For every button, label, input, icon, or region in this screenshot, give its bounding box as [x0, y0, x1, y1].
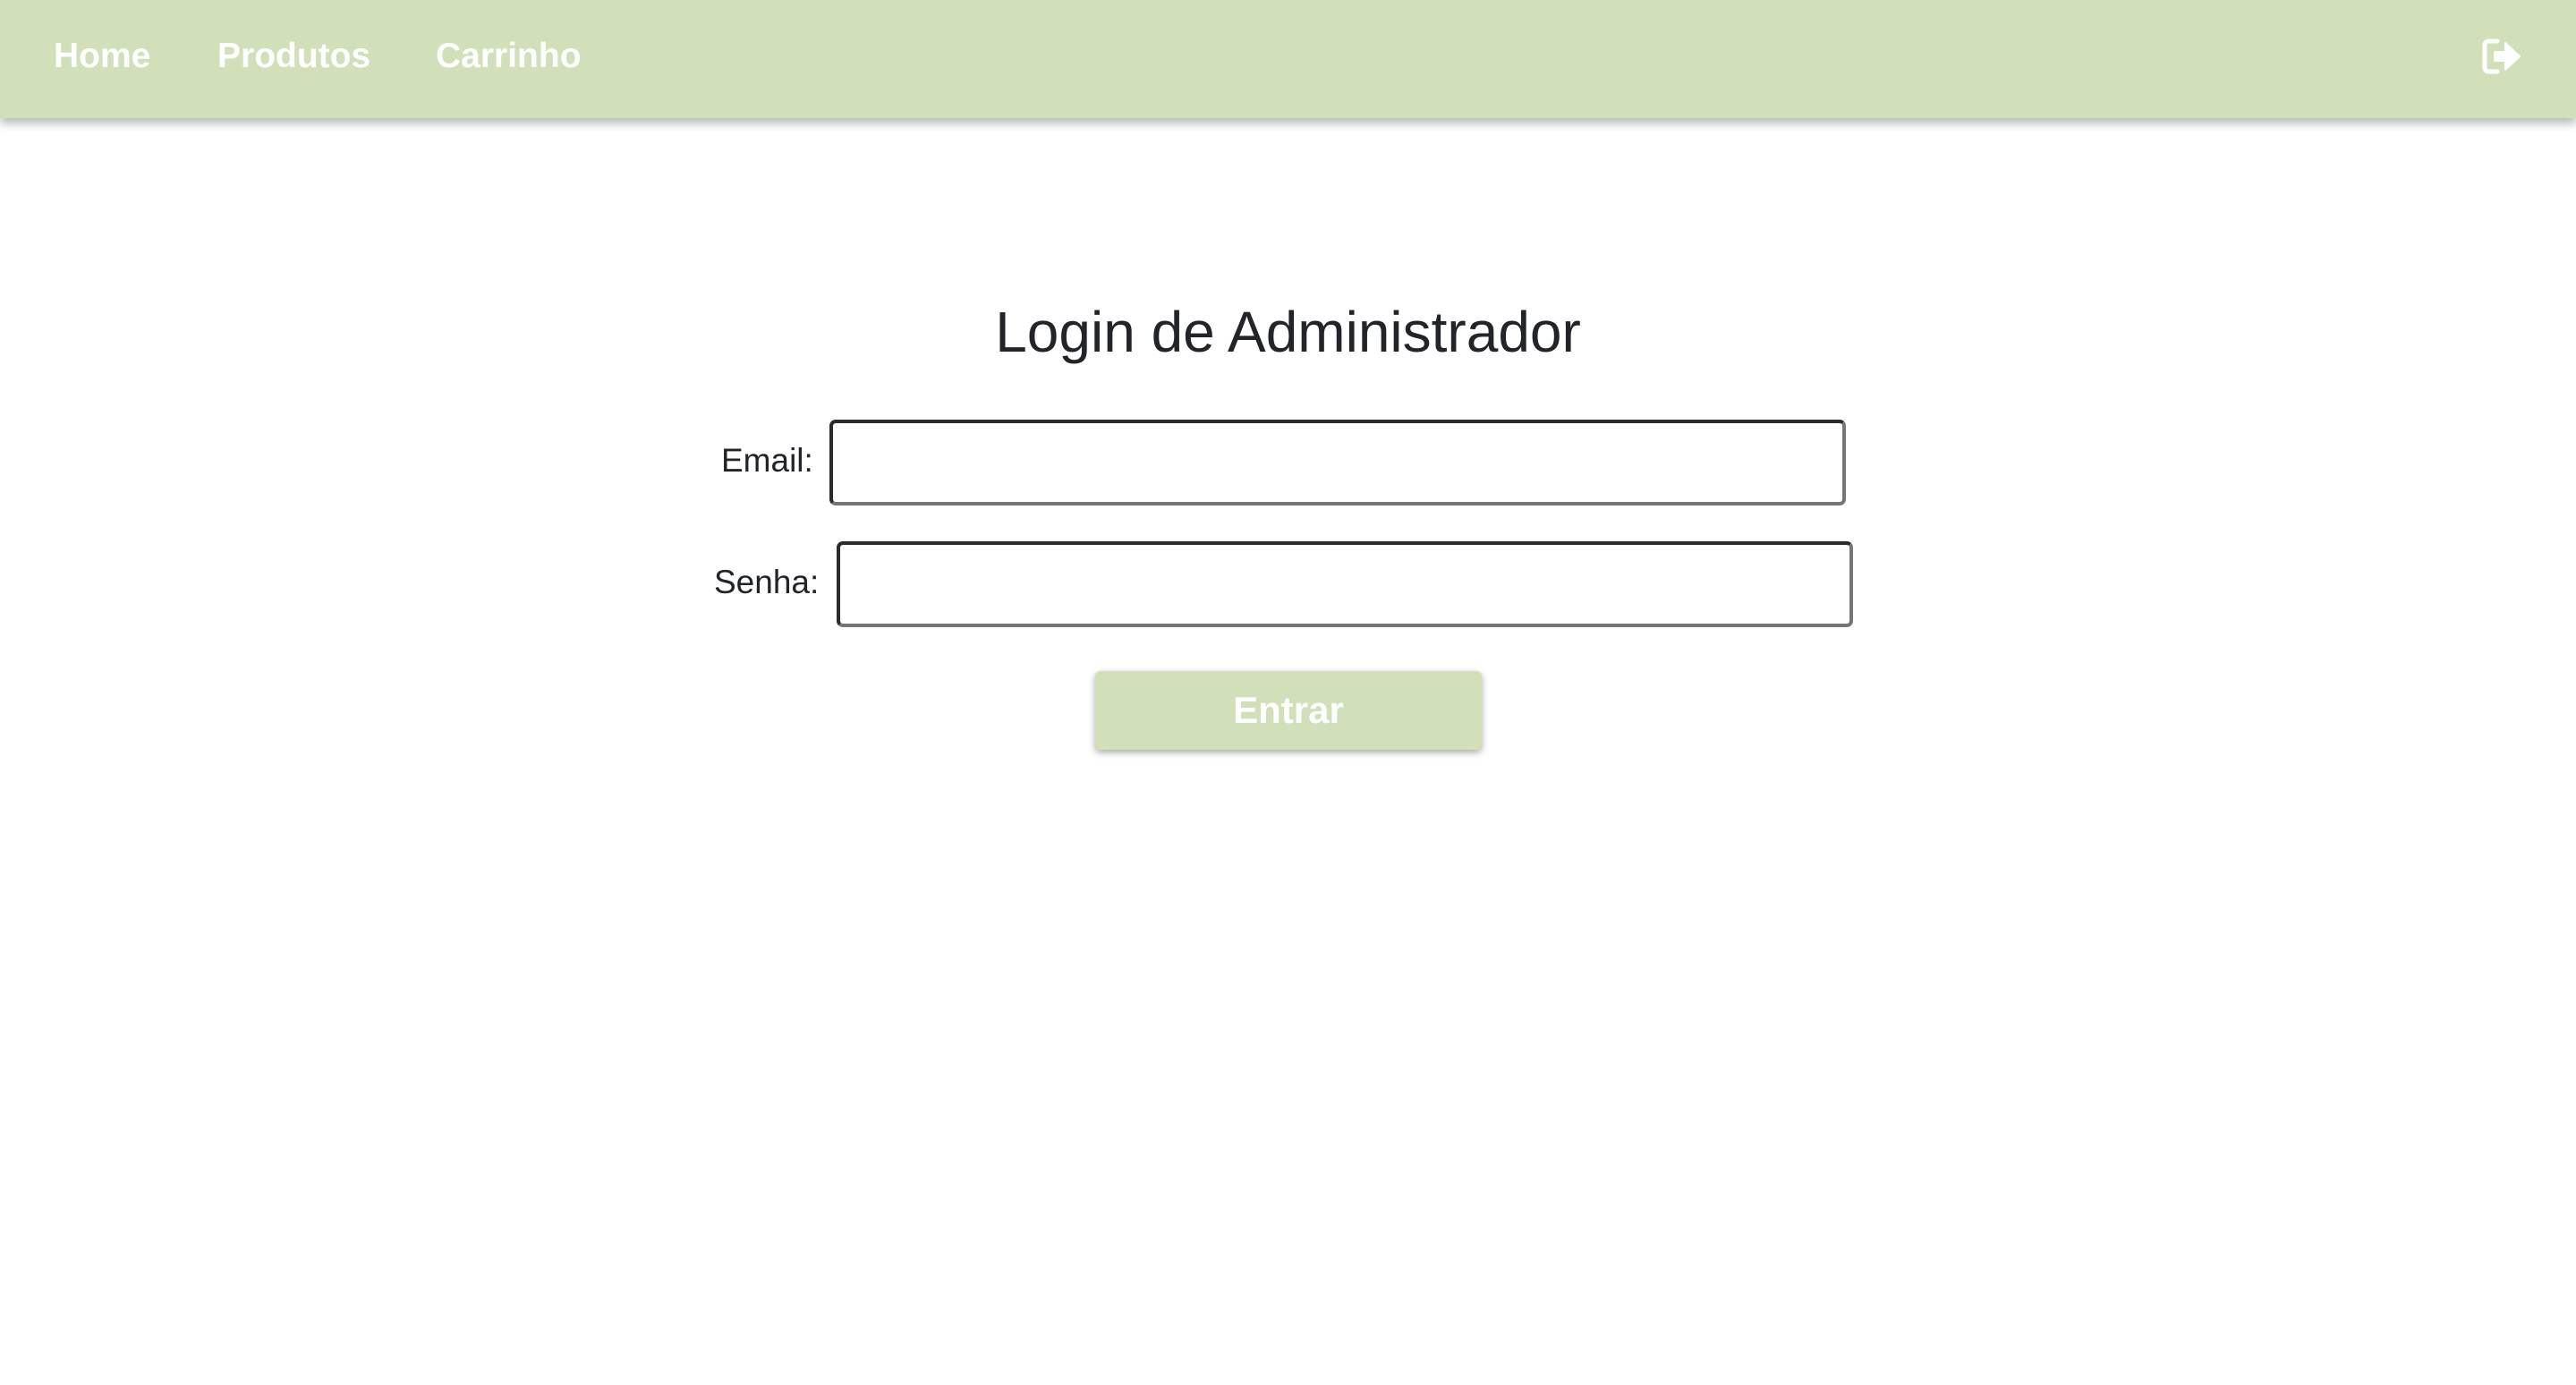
email-label: Email: [721, 442, 813, 479]
email-field[interactable] [829, 420, 1846, 506]
top-navbar: Home Produtos Carrinho [0, 0, 2576, 118]
sign-out-icon[interactable] [2481, 36, 2522, 77]
nav-link-home[interactable]: Home [54, 0, 150, 113]
senha-label: Senha: [714, 564, 820, 600]
page-title: Login de Administrador [995, 300, 1581, 364]
nav-link-carrinho[interactable]: Carrinho [436, 0, 582, 113]
password-field[interactable] [837, 541, 1853, 627]
nav-link-produtos[interactable]: Produtos [217, 0, 370, 113]
login-submit-button[interactable]: Entrar [1095, 671, 1482, 750]
